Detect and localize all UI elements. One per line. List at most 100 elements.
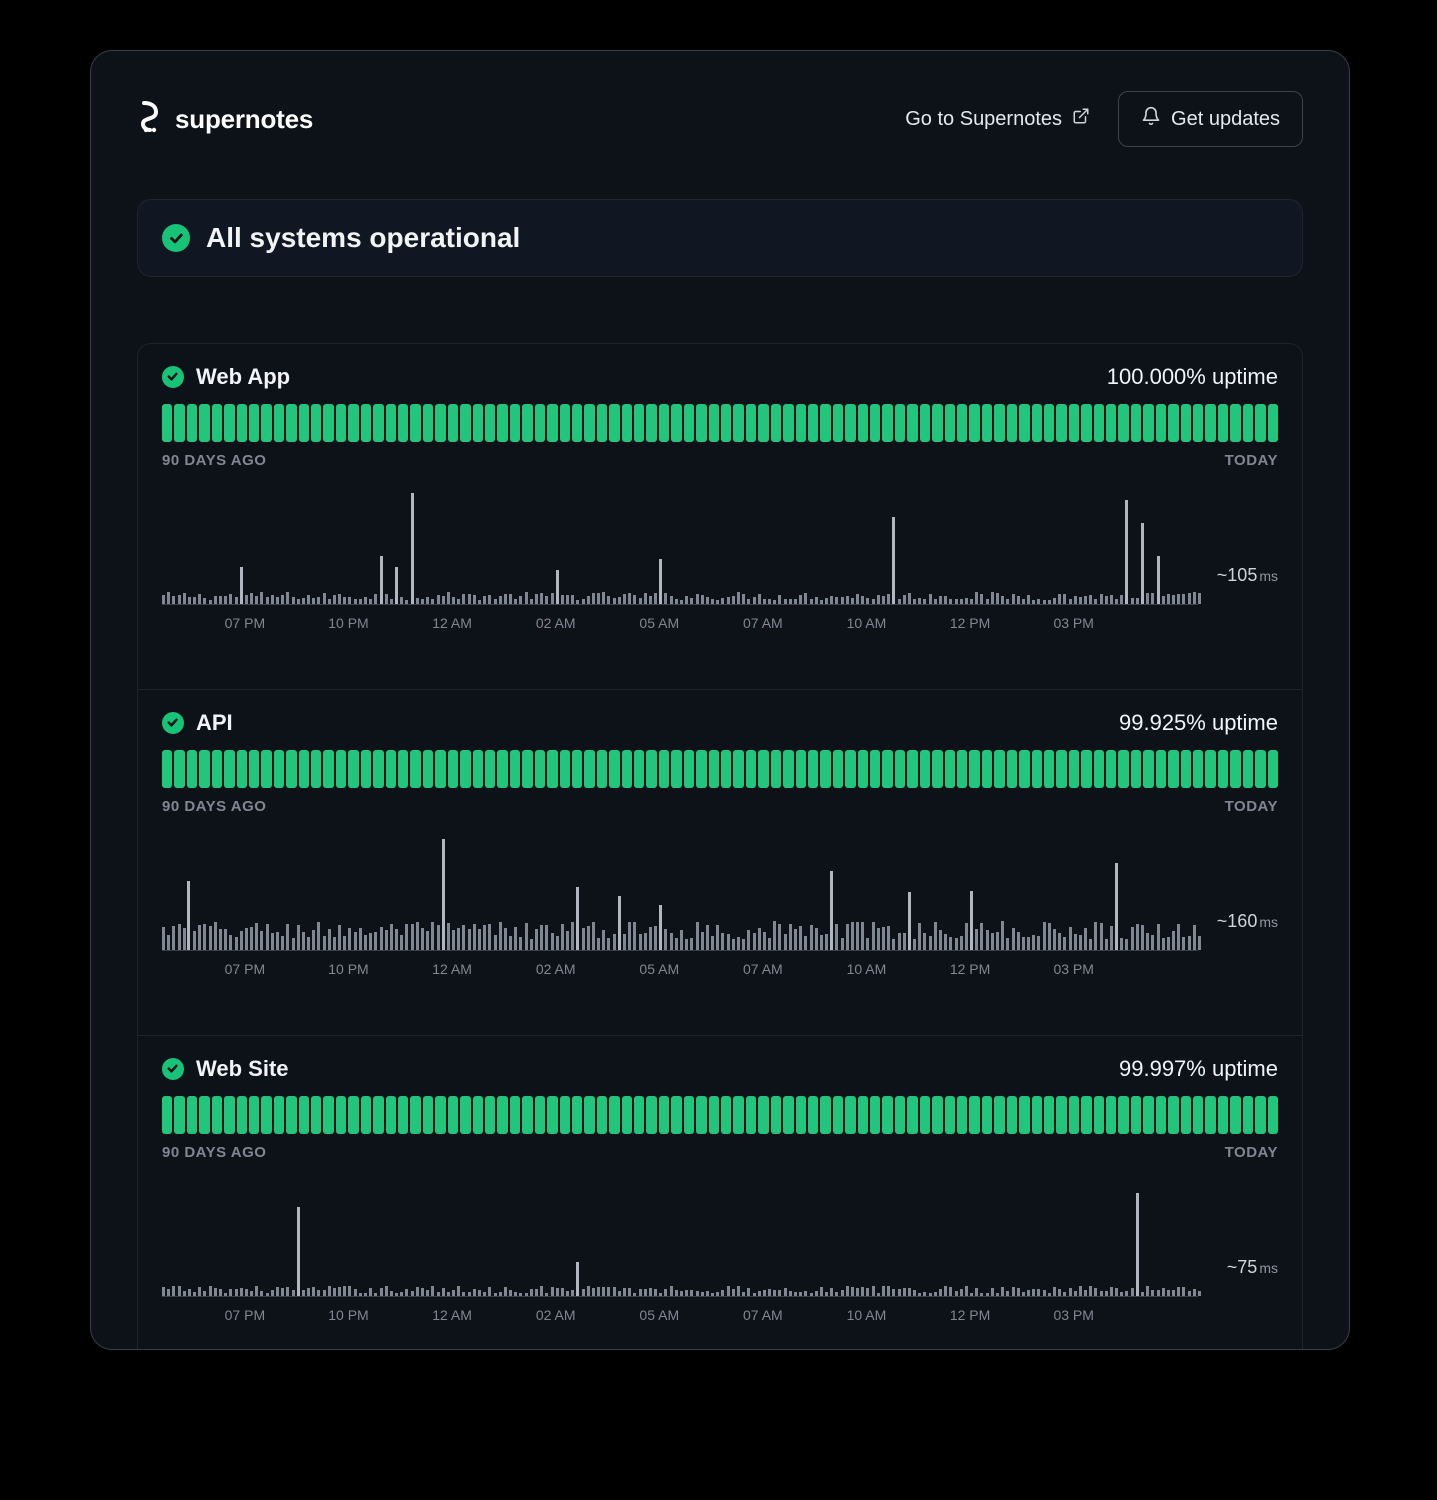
uptime-day-tick[interactable] [410,404,420,442]
uptime-day-tick[interactable] [1193,750,1203,788]
uptime-day-tick[interactable] [1007,1096,1017,1134]
uptime-day-tick[interactable] [1019,1096,1029,1134]
uptime-day-tick[interactable] [497,750,507,788]
latency-chart[interactable]: ~105ms07 PM10 PM12 AM02 AM05 AM07 AM10 A… [162,485,1278,665]
go-to-site-link[interactable]: Go to Supernotes [905,107,1090,131]
uptime-day-tick[interactable] [1007,750,1017,788]
uptime-day-tick[interactable] [1106,750,1116,788]
uptime-day-tick[interactable] [783,404,793,442]
uptime-day-tick[interactable] [1168,1096,1178,1134]
uptime-day-tick[interactable] [1143,750,1153,788]
uptime-day-tick[interactable] [572,750,582,788]
uptime-day-tick[interactable] [969,1096,979,1134]
uptime-day-tick[interactable] [547,750,557,788]
uptime-day-tick[interactable] [920,1096,930,1134]
uptime-day-tick[interactable] [348,404,358,442]
uptime-day-tick[interactable] [336,404,346,442]
uptime-day-tick[interactable] [796,404,806,442]
uptime-day-tick[interactable] [435,404,445,442]
uptime-day-tick[interactable] [858,404,868,442]
uptime-day-tick[interactable] [609,1096,619,1134]
uptime-day-tick[interactable] [709,404,719,442]
uptime-day-tick[interactable] [1081,750,1091,788]
uptime-day-tick[interactable] [646,404,656,442]
uptime-day-tick[interactable] [597,750,607,788]
uptime-day-tick[interactable] [473,750,483,788]
uptime-day-tick[interactable] [845,750,855,788]
uptime-day-tick[interactable] [485,1096,495,1134]
uptime-day-tick[interactable] [733,1096,743,1134]
uptime-day-tick[interactable] [709,750,719,788]
uptime-bar[interactable] [162,1096,1278,1134]
uptime-day-tick[interactable] [386,750,396,788]
uptime-day-tick[interactable] [1081,404,1091,442]
uptime-day-tick[interactable] [1230,404,1240,442]
uptime-day-tick[interactable] [1131,1096,1141,1134]
uptime-day-tick[interactable] [423,750,433,788]
uptime-day-tick[interactable] [323,404,333,442]
uptime-day-tick[interactable] [882,1096,892,1134]
uptime-day-tick[interactable] [311,1096,321,1134]
uptime-day-tick[interactable] [696,1096,706,1134]
uptime-day-tick[interactable] [560,750,570,788]
uptime-day-tick[interactable] [373,1096,383,1134]
uptime-day-tick[interactable] [820,404,830,442]
uptime-day-tick[interactable] [1056,404,1066,442]
uptime-day-tick[interactable] [224,404,234,442]
uptime-day-tick[interactable] [398,1096,408,1134]
uptime-day-tick[interactable] [1106,404,1116,442]
uptime-day-tick[interactable] [174,404,184,442]
uptime-day-tick[interactable] [1230,1096,1240,1134]
uptime-day-tick[interactable] [497,404,507,442]
uptime-day-tick[interactable] [907,1096,917,1134]
uptime-day-tick[interactable] [1156,750,1166,788]
uptime-day-tick[interactable] [398,404,408,442]
uptime-day-tick[interactable] [808,404,818,442]
uptime-day-tick[interactable] [808,750,818,788]
uptime-day-tick[interactable] [174,1096,184,1134]
uptime-day-tick[interactable] [1255,1096,1265,1134]
uptime-day-tick[interactable] [535,1096,545,1134]
uptime-day-tick[interactable] [162,404,172,442]
uptime-day-tick[interactable] [833,1096,843,1134]
uptime-day-tick[interactable] [1181,1096,1191,1134]
uptime-day-tick[interactable] [1094,750,1104,788]
uptime-day-tick[interactable] [410,1096,420,1134]
uptime-day-tick[interactable] [634,1096,644,1134]
uptime-day-tick[interactable] [845,404,855,442]
uptime-day-tick[interactable] [696,750,706,788]
uptime-day-tick[interactable] [187,750,197,788]
brand[interactable]: supernotes [137,101,313,138]
uptime-day-tick[interactable] [473,1096,483,1134]
uptime-day-tick[interactable] [982,1096,992,1134]
uptime-day-tick[interactable] [882,404,892,442]
uptime-day-tick[interactable] [609,404,619,442]
uptime-day-tick[interactable] [560,404,570,442]
uptime-day-tick[interactable] [1255,404,1265,442]
uptime-day-tick[interactable] [199,750,209,788]
uptime-day-tick[interactable] [945,1096,955,1134]
uptime-day-tick[interactable] [423,1096,433,1134]
uptime-day-tick[interactable] [460,404,470,442]
uptime-day-tick[interactable] [1243,750,1253,788]
uptime-day-tick[interactable] [187,404,197,442]
uptime-day-tick[interactable] [1218,750,1228,788]
uptime-day-tick[interactable] [659,404,669,442]
uptime-day-tick[interactable] [597,1096,607,1134]
uptime-day-tick[interactable] [920,750,930,788]
uptime-day-tick[interactable] [932,750,942,788]
uptime-day-tick[interactable] [237,1096,247,1134]
uptime-day-tick[interactable] [646,750,656,788]
uptime-day-tick[interactable] [1094,404,1104,442]
uptime-day-tick[interactable] [1218,1096,1228,1134]
uptime-day-tick[interactable] [386,1096,396,1134]
uptime-day-tick[interactable] [1044,750,1054,788]
uptime-day-tick[interactable] [1131,404,1141,442]
uptime-day-tick[interactable] [820,750,830,788]
uptime-day-tick[interactable] [423,404,433,442]
uptime-day-tick[interactable] [510,750,520,788]
uptime-day-tick[interactable] [1081,1096,1091,1134]
uptime-day-tick[interactable] [485,750,495,788]
uptime-day-tick[interactable] [994,404,1004,442]
uptime-day-tick[interactable] [286,750,296,788]
